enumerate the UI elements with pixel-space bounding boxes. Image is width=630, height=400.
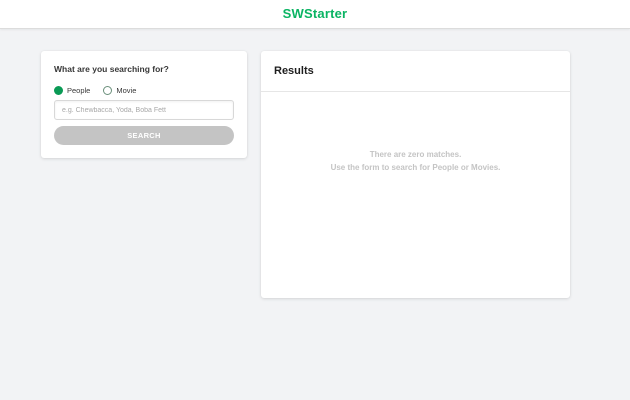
empty-state-message: There are zero matches. Use the form to … bbox=[261, 148, 570, 174]
brand-logo[interactable]: SWStarter bbox=[283, 6, 348, 21]
results-divider bbox=[261, 91, 570, 92]
search-panel: What are you searching for? People Movie… bbox=[41, 51, 247, 158]
radio-label-movie: Movie bbox=[116, 85, 137, 95]
empty-state-line-2: Use the form to search for People or Mov… bbox=[330, 163, 501, 172]
radio-label-people: People bbox=[67, 85, 91, 95]
radio-option-movie[interactable]: Movie bbox=[103, 85, 137, 95]
results-panel: Results There are zero matches. Use the … bbox=[261, 51, 570, 298]
empty-state-line-1: There are zero matches. bbox=[369, 150, 462, 159]
results-title: Results bbox=[274, 65, 314, 77]
search-input[interactable] bbox=[54, 100, 234, 120]
radio-people-checked[interactable] bbox=[54, 85, 63, 95]
app-header: SWStarter bbox=[0, 0, 630, 29]
search-type-group: People Movie bbox=[54, 85, 149, 95]
radio-option-people[interactable]: People bbox=[54, 85, 91, 95]
search-button[interactable]: SEARCH bbox=[54, 126, 234, 145]
search-prompt: What are you searching for? bbox=[54, 64, 169, 74]
radio-movie-unchecked[interactable] bbox=[103, 85, 113, 95]
